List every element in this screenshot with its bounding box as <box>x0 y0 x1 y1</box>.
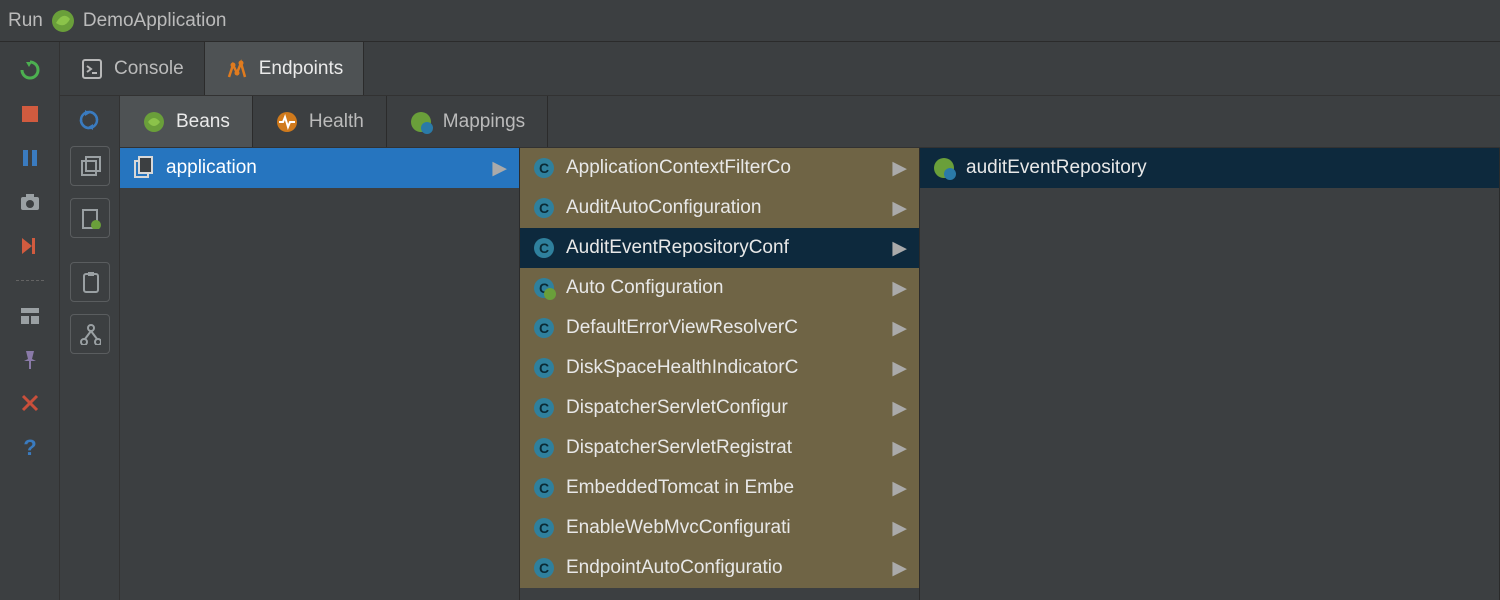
diagram-button[interactable] <box>70 314 110 354</box>
bean-item[interactable]: DispatcherServletRegistrat ▶ <box>520 428 919 468</box>
tab-console[interactable]: Console <box>60 42 205 95</box>
chevron-right-icon: ▶ <box>892 197 907 220</box>
endpoint-subtabs: Beans Health Mappings <box>120 96 1500 148</box>
chevron-right-icon: ▶ <box>892 557 907 580</box>
subtab-health[interactable]: Health <box>253 96 387 147</box>
item-label: ApplicationContextFilterCo <box>566 157 882 179</box>
browser-col-leaf: auditEventRepository <box>920 148 1500 600</box>
item-label: EmbeddedTomcat in Embe <box>566 477 882 499</box>
pages-icon <box>132 156 156 180</box>
pin-button[interactable] <box>18 347 42 371</box>
leaf-item[interactable]: auditEventRepository <box>920 148 1499 188</box>
class-icon <box>532 556 556 580</box>
stack-button[interactable] <box>70 146 110 186</box>
item-label: DefaultErrorViewResolverC <box>566 317 882 339</box>
subtab-mappings[interactable]: Mappings <box>387 96 548 147</box>
class-icon <box>532 476 556 500</box>
tab-endpoints[interactable]: Endpoints <box>205 42 365 95</box>
chevron-right-icon: ▶ <box>492 157 507 180</box>
bean-item[interactable]: AuditEventRepositoryConf ▶ <box>520 228 919 268</box>
bean-item[interactable]: EndpointAutoConfiguratio ▶ <box>520 548 919 588</box>
close-button[interactable] <box>18 391 42 415</box>
item-label: EnableWebMvcConfigurati <box>566 517 882 539</box>
item-label: DispatcherServletConfigur <box>566 397 882 419</box>
bean-item[interactable]: DefaultErrorViewResolverC ▶ <box>520 308 919 348</box>
clipboard-button[interactable] <box>70 262 110 302</box>
bean-item[interactable]: AuditAutoConfiguration ▶ <box>520 188 919 228</box>
chevron-right-icon: ▶ <box>892 237 907 260</box>
run-toolbar <box>0 42 60 600</box>
dump-button[interactable] <box>18 190 42 214</box>
item-label: AuditEventRepositoryConf <box>566 237 882 259</box>
tab-label: Endpoints <box>259 58 344 80</box>
chevron-right-icon: ▶ <box>892 397 907 420</box>
root-item-application[interactable]: application ▶ <box>120 148 519 188</box>
pause-button[interactable] <box>18 146 42 170</box>
stop-button[interactable] <box>18 102 42 126</box>
class-icon <box>532 236 556 260</box>
item-label: Auto Configuration <box>566 277 882 299</box>
spring-icon <box>51 9 75 33</box>
item-label: application <box>166 157 482 179</box>
refresh-button[interactable] <box>77 108 103 134</box>
chevron-right-icon: ▶ <box>892 437 907 460</box>
endpoints-toolbar <box>60 96 120 600</box>
chevron-right-icon: ▶ <box>892 317 907 340</box>
help-button[interactable] <box>18 435 42 459</box>
separator <box>16 280 44 281</box>
chevron-right-icon: ▶ <box>892 517 907 540</box>
browser-col-root: application ▶ <box>120 148 520 600</box>
bean-item[interactable]: DiskSpaceHealthIndicatorC ▶ <box>520 348 919 388</box>
run-label: Run <box>8 10 43 32</box>
chevron-right-icon: ▶ <box>892 277 907 300</box>
subtab-label: Beans <box>176 111 230 133</box>
class-icon <box>532 156 556 180</box>
bean-item[interactable]: EmbeddedTomcat in Embe ▶ <box>520 468 919 508</box>
item-label: EndpointAutoConfiguratio <box>566 557 882 579</box>
bean-item[interactable]: ApplicationContextFilterCo ▶ <box>520 148 919 188</box>
app-name: DemoApplication <box>83 10 227 32</box>
beans-browser: application ▶ ApplicationContextFilterCo… <box>120 148 1500 600</box>
console-icon <box>80 57 104 81</box>
class-icon <box>532 356 556 380</box>
bean-item[interactable]: DispatcherServletConfigur ▶ <box>520 388 919 428</box>
chevron-right-icon: ▶ <box>892 477 907 500</box>
subtab-beans[interactable]: Beans <box>120 96 253 147</box>
health-icon <box>275 110 299 134</box>
tab-label: Console <box>114 58 184 80</box>
item-label: DispatcherServletRegistrat <box>566 437 882 459</box>
layout-button[interactable] <box>18 303 42 327</box>
item-label: AuditAutoConfiguration <box>566 197 882 219</box>
mappings-icon <box>409 110 433 134</box>
mappings-icon <box>932 156 956 180</box>
class-icon <box>532 516 556 540</box>
class-icon <box>532 436 556 460</box>
class-icon <box>532 396 556 420</box>
top-tabs: Console Endpoints <box>60 42 1500 96</box>
bean-item[interactable]: Auto Configuration ▶ <box>520 268 919 308</box>
class-icon <box>532 316 556 340</box>
exit-button[interactable] <box>18 234 42 258</box>
subtab-label: Health <box>309 111 364 133</box>
bean-item[interactable]: EnableWebMvcConfigurati ▶ <box>520 508 919 548</box>
class-icon <box>532 196 556 220</box>
endpoints-icon <box>225 57 249 81</box>
chevron-right-icon: ▶ <box>892 157 907 180</box>
item-label: auditEventRepository <box>966 157 1487 179</box>
item-label: DiskSpaceHealthIndicatorC <box>566 357 882 379</box>
run-header: Run DemoApplication <box>0 0 1500 42</box>
browser-col-beans: ApplicationContextFilterCo▶AuditAutoConf… <box>520 148 920 600</box>
class-icon <box>532 276 556 300</box>
leaf-icon <box>142 110 166 134</box>
rerun-button[interactable] <box>18 58 42 82</box>
subtab-label: Mappings <box>443 111 525 133</box>
chevron-right-icon: ▶ <box>892 357 907 380</box>
live-beans-button[interactable] <box>70 198 110 238</box>
